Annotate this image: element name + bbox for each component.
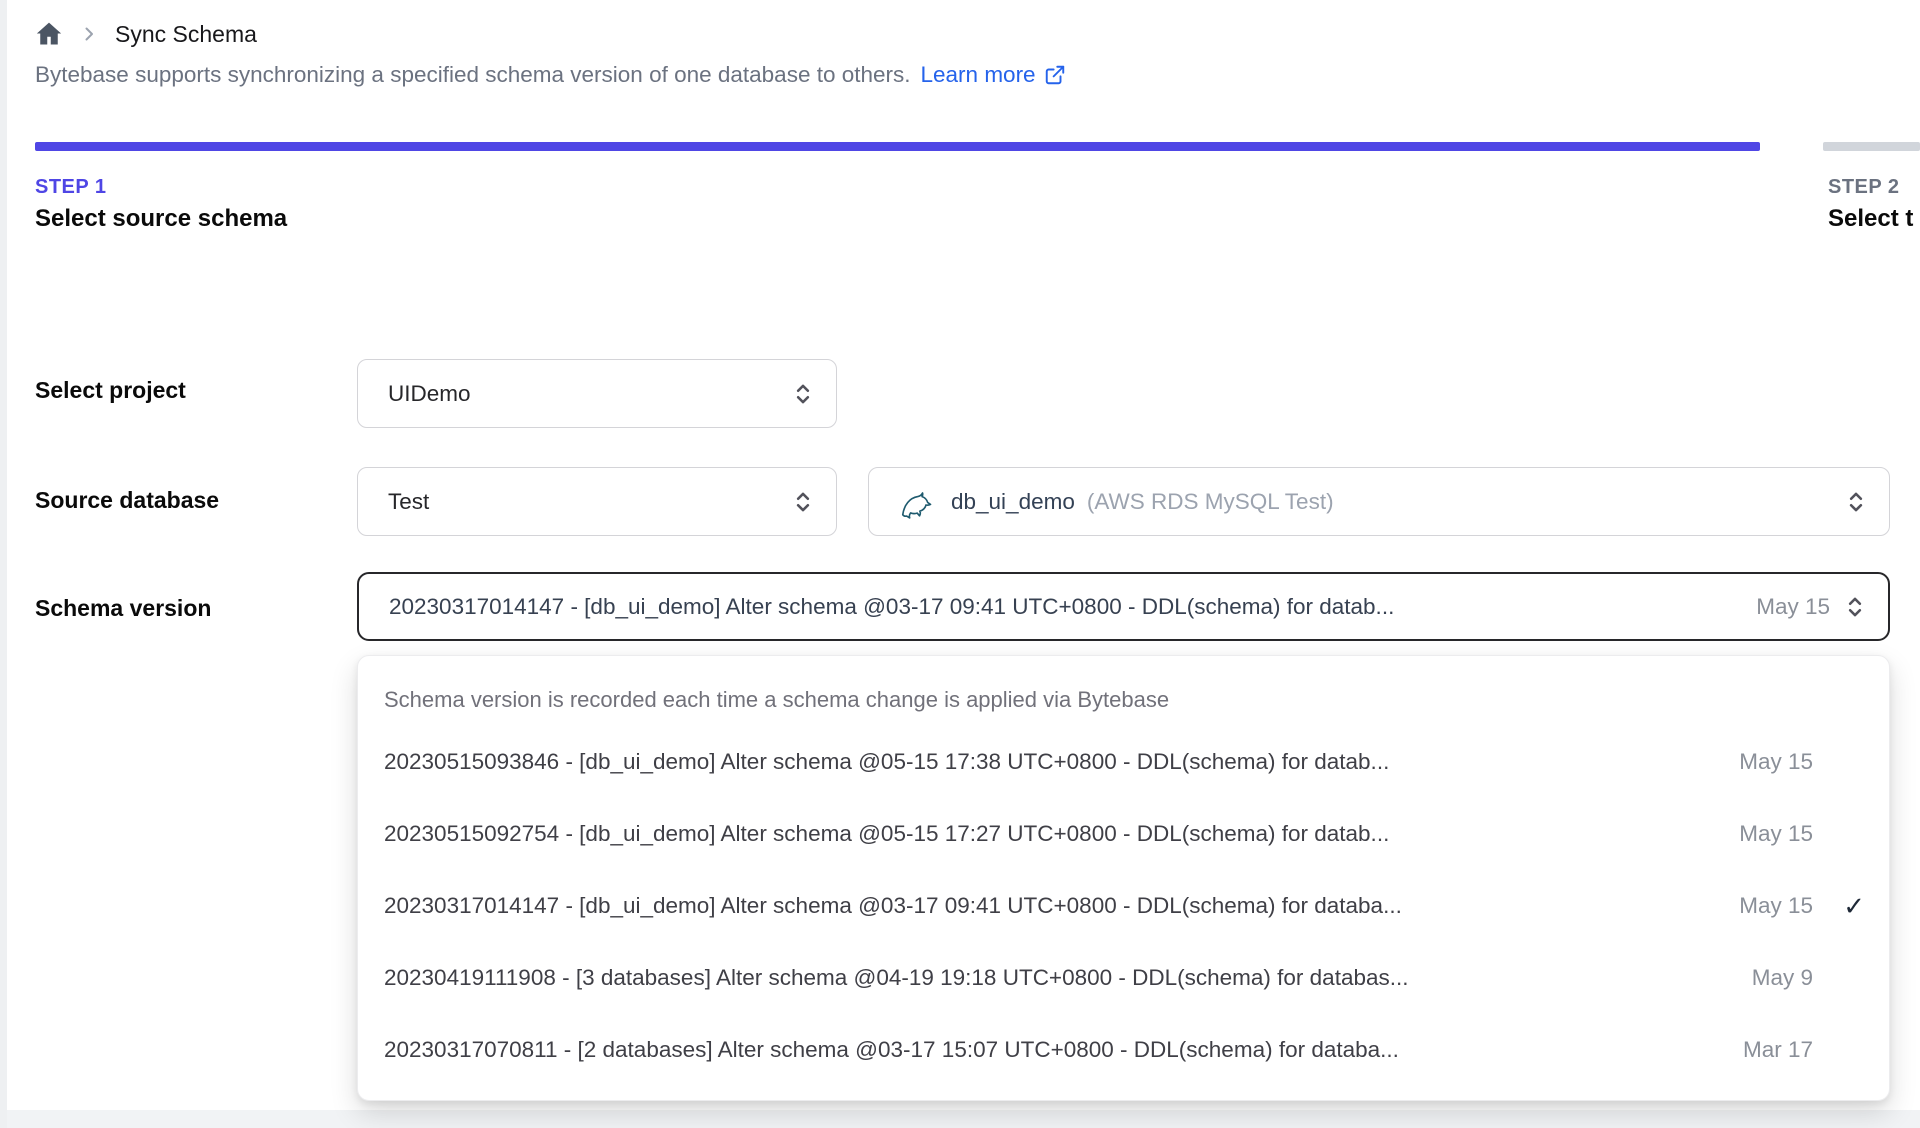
schema-version-option[interactable]: 20230419111908 - [3 databases] Alter sch… [384,942,1865,1014]
home-icon [35,20,63,48]
option-text: 20230515092754 - [db_ui_demo] Alter sche… [384,821,1390,846]
select-updown-icon [1845,489,1867,515]
project-select[interactable]: UIDemo [357,359,837,428]
page-title: Sync Schema [115,20,257,47]
breadcrumb: Sync Schema [35,14,257,54]
schema-version-option[interactable]: 20230317070811 - [2 databases] Alter sch… [384,1014,1865,1086]
option-date: May 15 [1739,749,1813,774]
option-date: May 9 [1751,965,1813,990]
project-select-value: UIDemo [388,380,471,406]
step1-title: Select source schema [35,205,288,232]
schema-version-value: 20230317014147 - [db_ui_demo] Alter sche… [389,593,1395,619]
learn-more-label: Learn more [920,62,1036,87]
option-date: Mar 17 [1742,1037,1813,1062]
home-breadcrumb-button[interactable] [35,20,63,48]
page-bottom-background [0,1110,1920,1128]
chevron-right-icon [81,26,97,42]
source-database-label: Source database [35,487,220,513]
step2-title: Select t [1828,205,1914,232]
source-environment-select[interactable]: Test [357,467,837,536]
dropdown-hint: Schema version is recorded each time a s… [384,687,1170,712]
schema-version-option[interactable]: 20230515093846 - [db_ui_demo] Alter sche… [384,726,1865,798]
schema-version-option[interactable]: 20230515092754 - [db_ui_demo] Alter sche… [384,798,1865,870]
step1-progress-bar [35,142,1760,151]
step2-label: STEP 2 [1828,176,1900,198]
option-date: May 15 [1739,821,1813,846]
schema-version-date: May 15 [1756,593,1830,619]
check-icon: ✓ [1843,890,1865,921]
option-text: 20230317014147 - [db_ui_demo] Alter sche… [384,893,1402,918]
intro-line: Bytebase supports synchronizing a specif… [35,62,1066,88]
learn-more-link[interactable]: Learn more [921,62,1066,88]
schema-version-select[interactable]: 20230317014147 - [db_ui_demo] Alter sche… [357,572,1890,641]
source-database-name: db_ui_demo [951,488,1075,514]
option-text: 20230419111908 - [3 databases] Alter sch… [384,965,1409,990]
option-text: 20230515093846 - [db_ui_demo] Alter sche… [384,749,1390,774]
intro-text: Bytebase supports synchronizing a specif… [35,62,911,87]
source-database-select[interactable]: db_ui_demo (AWS RDS MySQL Test) [868,467,1890,536]
step2-progress-bar [1823,142,1920,151]
source-environment-value: Test [388,488,430,514]
select-updown-icon [1844,594,1866,620]
select-project-label: Select project [35,377,186,403]
schema-version-option-selected[interactable]: 20230317014147 - [db_ui_demo] Alter sche… [384,870,1865,942]
select-updown-icon [792,381,814,407]
schema-version-dropdown: Schema version is recorded each time a s… [357,655,1890,1101]
external-link-icon [1044,64,1066,86]
option-date: May 15 [1739,893,1813,918]
step1-label: STEP 1 [35,176,107,198]
select-updown-icon [792,489,814,515]
schema-version-label: Schema version [35,595,212,621]
source-database-detail: (AWS RDS MySQL Test) [1086,488,1334,514]
mysql-icon [899,484,935,520]
option-text: 20230317070811 - [2 databases] Alter sch… [384,1037,1399,1062]
page-left-divider [0,0,7,1128]
